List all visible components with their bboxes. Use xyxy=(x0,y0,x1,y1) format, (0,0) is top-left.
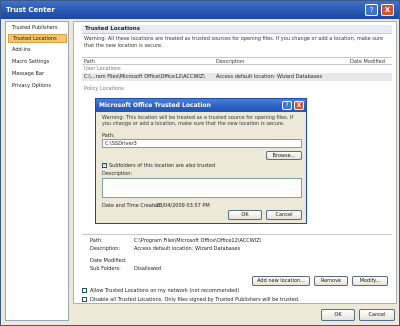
sidebar-item-add-ins[interactable]: Add-ins xyxy=(8,46,67,55)
column-path[interactable]: Path xyxy=(84,59,95,65)
row-path: C:\...ram Files\Microsoft Office\Office1… xyxy=(84,74,205,80)
help-icon[interactable]: ? xyxy=(365,4,378,16)
date-created-value: 23/04/2009 03:57 PM xyxy=(156,203,210,209)
modify-button[interactable]: Modify... xyxy=(352,276,388,286)
user-locations-label: User Locations xyxy=(84,66,121,72)
column-description[interactable]: Description xyxy=(216,59,244,65)
detail-path-label: Path: xyxy=(90,238,103,244)
browse-button[interactable]: Browse... xyxy=(266,151,302,160)
panel-warning: Warning: All these locations are treated… xyxy=(84,36,384,49)
detail-subfolders-value: Disallowed xyxy=(134,266,162,272)
dialog-ok-button[interactable]: OK xyxy=(228,210,262,220)
row-description: Access default location: Wizard Database… xyxy=(216,74,323,80)
detail-subfolders-label: Sub Folders: xyxy=(90,266,121,272)
sidebar-item-trusted-locations[interactable]: Trusted Locations xyxy=(8,34,67,43)
policy-locations-label: Policy Locations xyxy=(84,86,124,92)
ok-button[interactable]: OK xyxy=(321,309,355,321)
allow-network-checkbox[interactable] xyxy=(82,288,87,293)
detail-description-label: Description: xyxy=(90,246,121,252)
disable-all-checkbox[interactable] xyxy=(82,297,87,302)
disable-all-label: Disable all Trusted Locations. Only file… xyxy=(90,297,300,303)
dialog-close-icon[interactable]: X xyxy=(294,101,304,110)
column-date-modified[interactable]: Date Modified xyxy=(350,59,385,65)
subfolders-checkbox[interactable]: ✓ xyxy=(102,163,107,168)
sidebar-item-privacy-options[interactable]: Privacy Options xyxy=(8,82,67,91)
date-created-label: Date and Time Created: xyxy=(102,203,162,209)
sidebar: Trusted Publishers Trusted Locations Add… xyxy=(5,21,69,321)
table-row[interactable]: C:\...ram Files\Microsoft Office\Office1… xyxy=(82,73,392,81)
trusted-location-dialog: Microsoft Office Trusted Location ? X Wa… xyxy=(95,98,307,224)
divider xyxy=(82,234,392,235)
dialog-title: Microsoft Office Trusted Location xyxy=(96,99,306,112)
add-new-location-button[interactable]: Add new location... xyxy=(252,276,310,286)
dialog-description-input[interactable] xyxy=(102,178,302,198)
subfolders-label: Subfolders of this location are also tru… xyxy=(109,163,216,169)
window-title: Trust Center xyxy=(1,1,399,19)
sidebar-item-message-bar[interactable]: Message Bar xyxy=(8,70,67,79)
detail-date-label: Date Modified: xyxy=(90,258,127,264)
dialog-help-icon[interactable]: ? xyxy=(282,101,292,110)
locations-table-header: Path Description Date Modified xyxy=(82,57,392,65)
detail-path-value: C:\Program Files\Microsoft Office\Office… xyxy=(134,238,262,244)
dialog-path-input[interactable]: C:\SSDriver3 xyxy=(102,139,302,148)
sidebar-item-macro-settings[interactable]: Macro Settings xyxy=(8,58,67,67)
allow-network-label: Allow Trusted Locations on my network (n… xyxy=(90,288,240,294)
dialog-description-label: Description: xyxy=(102,171,133,177)
dialog-warning: Warning: This location will be treated a… xyxy=(102,115,294,127)
detail-description-value: Access default location: Wizard Database… xyxy=(134,246,241,252)
close-icon[interactable]: X xyxy=(381,4,394,16)
sidebar-item-trusted-publishers[interactable]: Trusted Publishers xyxy=(8,24,67,33)
panel-heading: Trusted Locations xyxy=(82,25,392,34)
cancel-button[interactable]: Cancel xyxy=(359,309,395,321)
dialog-cancel-button[interactable]: Cancel xyxy=(266,210,302,220)
remove-button[interactable]: Remove xyxy=(314,276,348,286)
